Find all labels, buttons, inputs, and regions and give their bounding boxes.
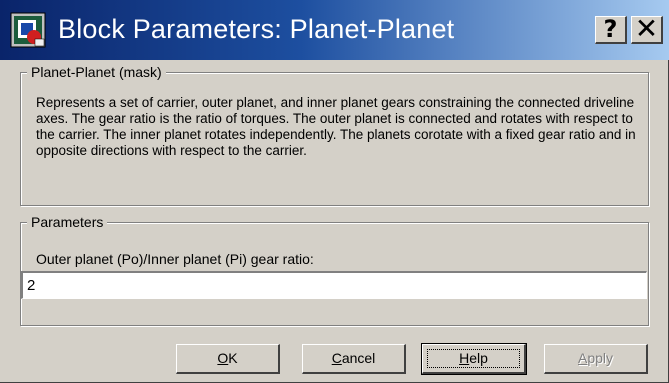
ok-mnemonic: O [217, 350, 229, 366]
cancel-label-rest: ancel [341, 350, 376, 366]
help-button[interactable]: Help [421, 343, 527, 375]
ok-button[interactable]: OK [176, 344, 280, 374]
close-icon[interactable]: ✕ [631, 15, 663, 44]
parameters-group-legend: Parameters [27, 214, 108, 230]
gear-ratio-label: Outer planet (Po)/Inner planet (Pi) gear… [36, 251, 314, 267]
simulink-block-icon [10, 12, 46, 48]
apply-label-rest: pply [587, 350, 614, 366]
title-bar[interactable]: Block Parameters: Planet-Planet ? ✕ [0, 0, 669, 60]
mask-group-legend: Planet-Planet (mask) [27, 64, 166, 80]
mask-description-text: Represents a set of carrier, outer plane… [36, 95, 636, 158]
cancel-mnemonic: C [331, 350, 342, 366]
block-parameters-dialog: Block Parameters: Planet-Planet ? ✕ Plan… [0, 0, 669, 383]
apply-button[interactable]: Apply [544, 344, 648, 374]
cancel-button[interactable]: Cancel [302, 344, 406, 374]
apply-mnemonic: A [577, 350, 588, 366]
focus-rectangle [427, 349, 520, 368]
gear-ratio-input[interactable] [21, 271, 647, 299]
ok-label-rest: K [228, 350, 238, 366]
window-title: Block Parameters: Planet-Planet [58, 14, 455, 44]
mask-description-group: Planet-Planet (mask) Represents a set of… [20, 64, 649, 206]
question-mark-icon[interactable]: ? [595, 16, 627, 44]
